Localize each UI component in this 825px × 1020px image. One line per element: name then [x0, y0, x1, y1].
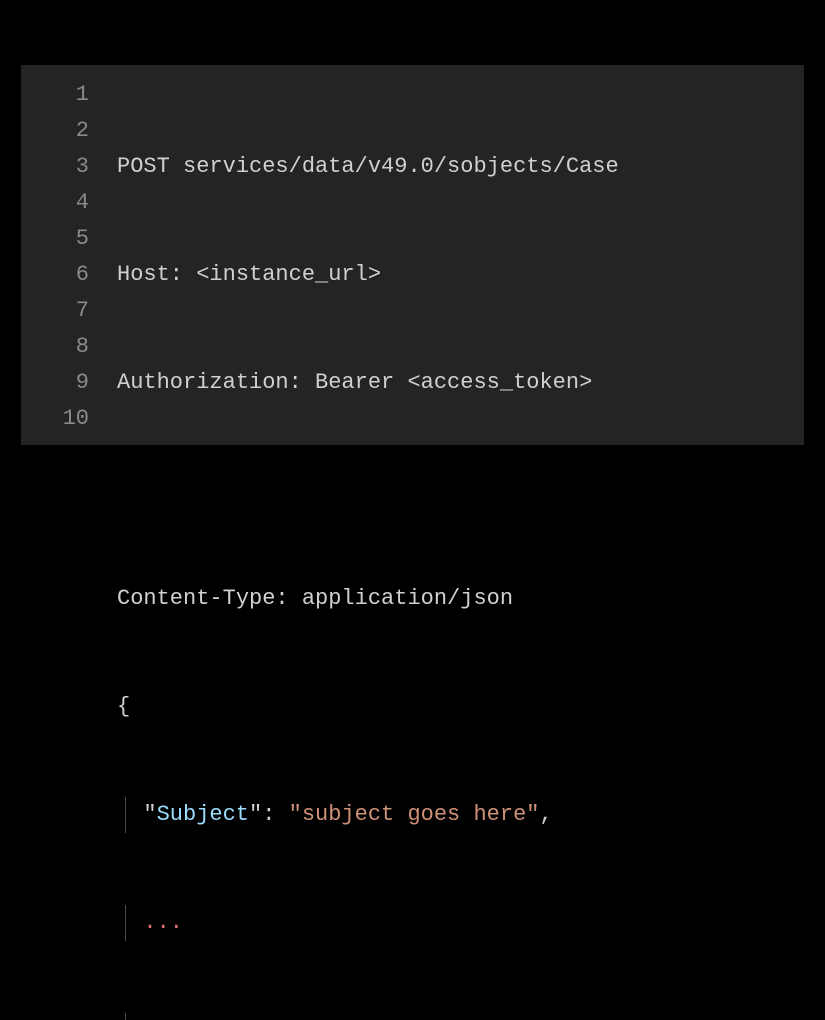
- line-number: 1: [21, 77, 89, 113]
- code-line: ...: [117, 1013, 804, 1020]
- json-key: Subject: [157, 802, 249, 827]
- line-number: 3: [21, 149, 89, 185]
- line-number: 10: [21, 401, 89, 437]
- ellipsis: ...: [143, 1018, 183, 1020]
- colon: :: [262, 802, 288, 827]
- code-line: "Subject": "subject goes here",: [117, 797, 804, 833]
- comma: ,: [539, 802, 552, 827]
- code-area[interactable]: POST services/data/v49.0/sobjects/Case H…: [117, 77, 804, 433]
- code-line: Content-Type: application/json: [117, 581, 804, 617]
- code-line: Host: <instance_url>: [117, 257, 804, 293]
- code-line: ...: [117, 905, 804, 941]
- indent-guide: [125, 905, 126, 941]
- indent-guide: [125, 797, 126, 833]
- line-number: 9: [21, 365, 89, 401]
- code-text: Content-Type: application/json: [117, 586, 513, 611]
- line-number: 6: [21, 257, 89, 293]
- quote: ": [249, 802, 262, 827]
- code-text: Authorization: Bearer <access_token>: [117, 370, 592, 395]
- line-number: 8: [21, 329, 89, 365]
- ellipsis: ...: [143, 910, 183, 935]
- indent-guide: [125, 1013, 126, 1020]
- code-text: POST services/data/v49.0/sobjects/Case: [117, 154, 619, 179]
- quote: ": [289, 802, 302, 827]
- code-editor[interactable]: 1 2 3 4 5 6 7 8 9 10 POST services/data/…: [21, 65, 804, 445]
- line-number-gutter: 1 2 3 4 5 6 7 8 9 10: [21, 77, 117, 433]
- line-number: 2: [21, 113, 89, 149]
- code-line: POST services/data/v49.0/sobjects/Case: [117, 149, 804, 185]
- line-number: 5: [21, 221, 89, 257]
- quote: ": [143, 802, 156, 827]
- brace-open: {: [117, 694, 130, 719]
- json-string: subject goes here: [302, 802, 526, 827]
- code-line: {: [117, 689, 804, 725]
- code-line: [117, 473, 804, 509]
- code-text: Host: <instance_url>: [117, 262, 381, 287]
- line-number: 7: [21, 293, 89, 329]
- quote: ": [526, 802, 539, 827]
- line-number: 4: [21, 185, 89, 221]
- code-line: Authorization: Bearer <access_token>: [117, 365, 804, 401]
